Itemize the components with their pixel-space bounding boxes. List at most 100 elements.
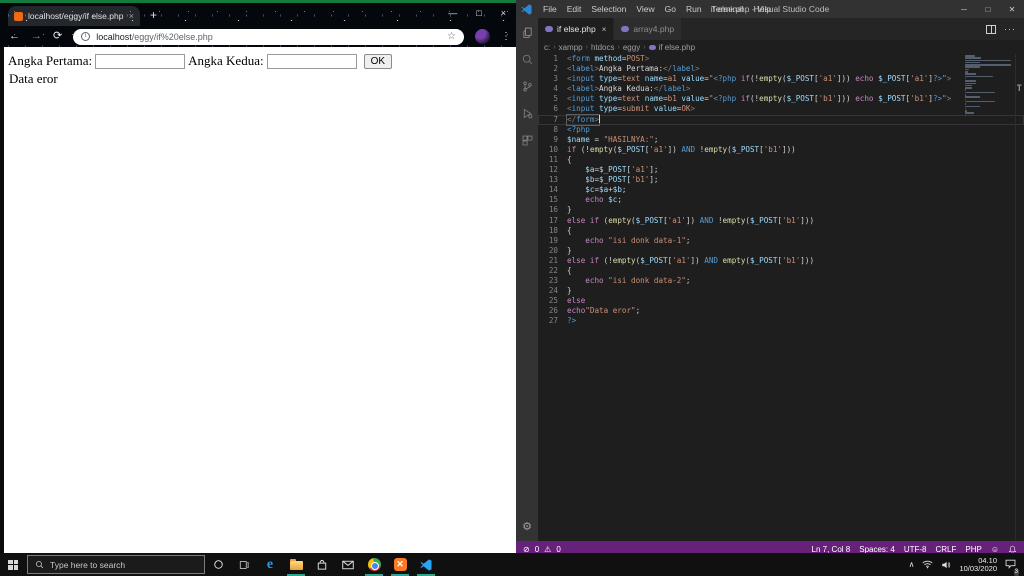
tab-close-icon[interactable]: × <box>602 25 607 34</box>
code-line[interactable]: 26 echo"Data eror"; <box>538 306 1024 316</box>
menu-file[interactable]: File <box>538 4 562 14</box>
token: <?php <box>713 74 737 84</box>
code-line[interactable]: 2 <label>Angka Pertama:</label> <box>538 64 1024 74</box>
code-line[interactable]: 17 else if (empty($_POST['a1']) AND !empt… <box>538 216 1024 226</box>
token: ])) <box>800 255 815 265</box>
code-text: { <box>567 266 572 276</box>
wifi-icon[interactable] <box>922 560 934 569</box>
code-line[interactable]: 8 <?php <box>538 125 1024 135</box>
bookmark-star-icon[interactable]: ☆ <box>447 31 456 42</box>
browser-maximize-button[interactable]: □ <box>476 8 481 18</box>
settings-gear-icon[interactable]: ⚙ <box>516 520 538 533</box>
token: 'a1' <box>910 74 929 84</box>
input-angka-pertama[interactable] <box>95 53 186 69</box>
tab-close-icon[interactable]: × <box>129 11 134 21</box>
code-line[interactable]: 22 { <box>538 266 1024 276</box>
breadcrumb-item[interactable]: xampp <box>559 43 583 52</box>
taskbar-clock[interactable]: 04.10 10/03/2020 <box>959 556 997 573</box>
explorer-icon[interactable] <box>521 26 534 39</box>
code-line[interactable]: 18 { <box>538 226 1024 236</box>
browser-minimize-button[interactable]: — <box>448 8 457 18</box>
minimap-line <box>965 114 967 117</box>
code-editor[interactable]: 1 <form method=POST> 2 <label>Angka Pertama… <box>538 54 1024 541</box>
tab-if-else-php[interactable]: if else.php × <box>538 18 614 40</box>
run-debug-icon[interactable] <box>521 107 534 120</box>
token: AND <box>681 144 696 154</box>
extensions-icon[interactable] <box>521 134 534 147</box>
breadcrumb-item[interactable]: htdocs <box>591 43 615 52</box>
code-line[interactable]: 6 <input type=submit value=OK> <box>538 104 1024 114</box>
code-line[interactable]: 23 echo "isi donk data-2"; <box>538 276 1024 286</box>
scrollbar[interactable] <box>1015 54 1016 541</box>
file-explorer-button[interactable] <box>283 553 309 576</box>
url-text[interactable]: localhost/eggy/if%20else.php <box>96 32 441 42</box>
code-line[interactable]: 7 </form> <box>538 113 1024 126</box>
action-center-button[interactable]: 3 <box>1005 556 1019 576</box>
edge-button[interactable]: e <box>257 553 283 576</box>
code-line[interactable]: 14 $c=$a+$b; <box>538 185 1024 195</box>
code-line[interactable]: 21 else if (!empty($_POST['a1']) AND empt… <box>538 256 1024 266</box>
menu-go[interactable]: Go <box>660 4 681 14</box>
code-line[interactable]: 11 { <box>538 155 1024 165</box>
menu-terminal[interactable]: Terminal <box>707 4 749 14</box>
browser-menu-icon[interactable]: ⋮ <box>501 31 511 41</box>
menu-help[interactable]: Help <box>749 4 776 14</box>
code-line[interactable]: 25 else <box>538 296 1024 306</box>
code-line[interactable]: 12 $a=$_POST['a1']; <box>538 165 1024 175</box>
code-line[interactable]: 3 <input type=text name=a1 value="<?php i… <box>538 74 1024 84</box>
xampp-button[interactable]: ✕ <box>387 553 413 576</box>
tab-array4-php[interactable]: array4.php <box>613 18 682 40</box>
code-line[interactable]: 20} <box>538 246 1024 256</box>
task-view-button[interactable] <box>231 553 257 576</box>
chrome-button[interactable] <box>361 553 387 576</box>
source-control-icon[interactable] <box>521 80 534 93</box>
code-line[interactable]: 9 $name = "HASILNYA:"; <box>538 135 1024 145</box>
code-line[interactable]: 15 echo $c; <box>538 195 1024 205</box>
new-tab-button[interactable]: + <box>150 9 157 21</box>
forward-icon[interactable]: → <box>31 31 42 42</box>
vscode-maximize-button[interactable]: □ <box>976 5 1000 14</box>
code-line[interactable]: 1 <form method=POST> <box>538 54 1024 64</box>
code-line[interactable]: 19 echo "isi donk data-1"; <box>538 236 1024 246</box>
menu-edit[interactable]: Edit <box>562 4 587 14</box>
breadcrumb-file[interactable]: if else.php <box>659 43 695 52</box>
breadcrumb-item[interactable]: c: <box>544 43 550 52</box>
code-line[interactable]: 24} <box>538 286 1024 296</box>
code-line[interactable]: 13 $b=$_POST['b1']; <box>538 175 1024 185</box>
browser-close-button[interactable]: × <box>501 8 506 18</box>
mail-button[interactable] <box>335 553 361 576</box>
input-angka-kedua[interactable] <box>266 53 357 69</box>
code-line[interactable]: 5 <input type=text name=b1 value="<?php i… <box>538 94 1024 104</box>
menu-selection[interactable]: Selection <box>586 4 631 14</box>
split-editor-icon[interactable] <box>986 24 996 34</box>
tray-expand-icon[interactable]: ∧ <box>909 560 915 569</box>
menu-view[interactable]: View <box>631 4 659 14</box>
start-button[interactable] <box>0 553 26 576</box>
code-line[interactable]: 10 if (!empty($_POST['a1']) AND !empty($_… <box>538 145 1024 155</box>
vscode-button[interactable] <box>413 553 439 576</box>
search-icon[interactable] <box>521 53 534 66</box>
store-button[interactable] <box>309 553 335 576</box>
cortana-button[interactable] <box>205 553 231 576</box>
code-line[interactable]: 16} <box>538 205 1024 215</box>
more-actions-icon[interactable]: ··· <box>1004 24 1016 34</box>
vscode-close-button[interactable]: ✕ <box>1000 5 1024 14</box>
menu-run[interactable]: Run <box>681 4 707 14</box>
token: ]) <box>685 215 696 225</box>
ok-button[interactable]: OK <box>363 53 393 69</box>
token: ; <box>685 276 691 286</box>
code-line[interactable]: 27 ?> <box>538 316 1024 326</box>
minimap[interactable] <box>965 55 1015 125</box>
breadcrumb-item[interactable]: eggy <box>623 43 640 52</box>
reload-icon[interactable]: ⟳ <box>53 31 62 42</box>
site-info-icon[interactable]: i <box>81 32 91 41</box>
profile-avatar[interactable] <box>475 29 490 44</box>
address-bar[interactable]: i localhost/eggy/if%20else.php ☆ <box>73 28 464 45</box>
volume-icon[interactable] <box>941 560 951 570</box>
browser-tab[interactable]: localhost/eggy/if else.php × <box>8 6 140 26</box>
code-line[interactable]: 4 <label>Angka Kedua:</label> <box>538 84 1024 94</box>
taskbar-search-box[interactable]: Type here to search <box>27 555 205 574</box>
vscode-minimize-button[interactable]: ─ <box>952 5 976 14</box>
back-icon[interactable]: ← <box>9 31 20 42</box>
breadcrumb[interactable]: c: › xampp › htdocs › eggy › if else.php <box>544 40 1024 54</box>
